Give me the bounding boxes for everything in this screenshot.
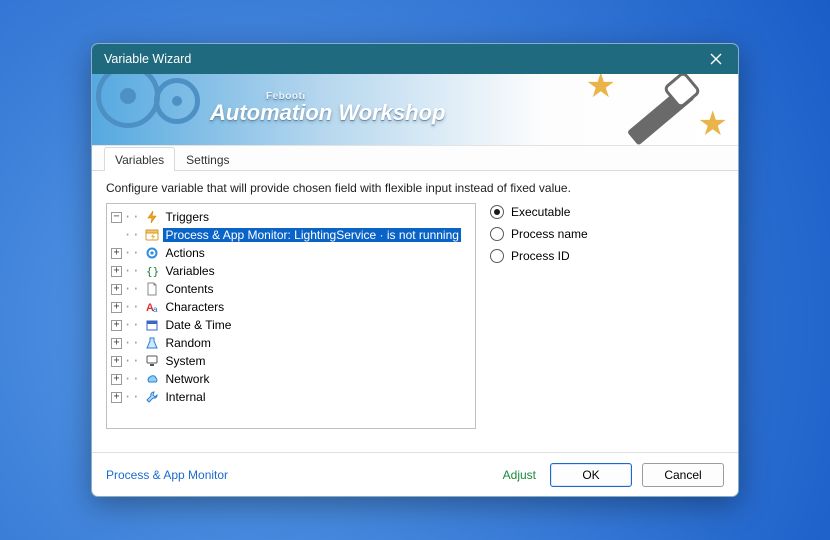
expand-icon[interactable]: +	[111, 284, 122, 295]
tree-node-characters[interactable]: +·· Aa Characters	[109, 298, 473, 316]
cloud-icon	[144, 371, 160, 387]
tree-node-process-monitor[interactable]: ·· Process & App Monitor: LightingServic…	[109, 226, 473, 244]
tree-node-contents[interactable]: +·· Contents	[109, 280, 473, 298]
radio-group: Executable Process name Process ID	[490, 203, 588, 446]
monitor-icon	[144, 353, 160, 369]
tree-node-actions[interactable]: +·· Actions	[109, 244, 473, 262]
cancel-button[interactable]: Cancel	[642, 463, 724, 487]
brand-title: Automation Workshop	[210, 100, 445, 125]
expand-icon[interactable]: +	[111, 320, 122, 331]
adjust-link[interactable]: Adjust	[503, 468, 536, 482]
svg-text:a: a	[153, 305, 158, 314]
radio-label: Process ID	[511, 249, 570, 263]
radio-executable[interactable]: Executable	[490, 205, 588, 219]
expand-icon[interactable]: +	[111, 374, 122, 385]
gear-small-icon	[144, 245, 160, 261]
dialog-footer: Process & App Monitor Adjust OK Cancel	[92, 452, 738, 496]
radio-icon	[490, 205, 504, 219]
tree-label: Network	[163, 372, 211, 386]
close-button[interactable]	[704, 47, 728, 71]
radio-label: Executable	[511, 205, 570, 219]
context-link[interactable]: Process & App Monitor	[106, 468, 228, 482]
expand-icon[interactable]: +	[111, 266, 122, 277]
radio-process-name[interactable]: Process name	[490, 227, 588, 241]
ok-button[interactable]: OK	[550, 463, 632, 487]
tree-label-selected: Process & App Monitor: LightingService ·…	[163, 228, 460, 242]
brand-logo: Febooti Automation Workshop	[210, 92, 445, 124]
dialog-body: − ·· Triggers ·· Process	[92, 203, 738, 452]
tree-node-network[interactable]: +·· Network	[109, 370, 473, 388]
titlebar: Variable Wizard	[92, 44, 738, 74]
gear-icon	[96, 74, 160, 128]
instruction-text: Configure variable that will provide cho…	[92, 171, 738, 203]
tree-node-random[interactable]: +·· Random	[109, 334, 473, 352]
close-icon	[710, 53, 722, 65]
wrench-icon	[144, 389, 160, 405]
tab-strip: Variables Settings	[92, 146, 738, 171]
radio-process-id[interactable]: Process ID	[490, 249, 588, 263]
expand-icon[interactable]: +	[111, 356, 122, 367]
tab-variables[interactable]: Variables	[104, 147, 175, 171]
dialog-window: Variable Wizard ★ ★ Febooti Automation W…	[91, 43, 739, 497]
svg-text:{}: {}	[146, 265, 159, 278]
tree-label: Contents	[163, 282, 215, 296]
calendar-icon	[144, 317, 160, 333]
braces-icon: {}	[144, 263, 160, 279]
tree-node-triggers[interactable]: − ·· Triggers	[109, 208, 473, 226]
tree-node-system[interactable]: +·· System	[109, 352, 473, 370]
bolt-icon	[144, 209, 160, 225]
flask-icon	[144, 335, 160, 351]
tree-panel[interactable]: − ·· Triggers ·· Process	[106, 203, 476, 429]
expand-icon[interactable]: +	[111, 248, 122, 259]
letter-a-icon: Aa	[144, 299, 160, 315]
radio-label: Process name	[511, 227, 588, 241]
expand-icon[interactable]: +	[111, 302, 122, 313]
tree-node-variables[interactable]: +·· {} Variables	[109, 262, 473, 280]
gear-icon	[154, 78, 200, 124]
document-icon	[144, 281, 160, 297]
tree-label: Random	[163, 336, 212, 350]
expand-icon[interactable]: +	[111, 392, 122, 403]
window-bolt-icon	[144, 227, 160, 243]
collapse-icon[interactable]: −	[111, 212, 122, 223]
banner: ★ ★ Febooti Automation Workshop	[92, 74, 738, 146]
tree-label: Characters	[163, 300, 226, 314]
tree-node-internal[interactable]: +·· Internal	[109, 388, 473, 406]
star-icon: ★	[698, 104, 728, 144]
tree-label: Actions	[163, 246, 206, 260]
tree-node-datetime[interactable]: +·· Date & Time	[109, 316, 473, 334]
tree-label: Variables	[163, 264, 216, 278]
tab-settings[interactable]: Settings	[175, 147, 240, 171]
expand-icon[interactable]: +	[111, 338, 122, 349]
window-title: Variable Wizard	[104, 52, 191, 66]
radio-icon	[490, 227, 504, 241]
radio-icon	[490, 249, 504, 263]
wand-icon	[610, 74, 698, 144]
tree-label: Triggers	[163, 210, 211, 224]
tree-label: System	[163, 354, 207, 368]
tree-label: Date & Time	[163, 318, 233, 332]
tree-label: Internal	[163, 390, 207, 404]
